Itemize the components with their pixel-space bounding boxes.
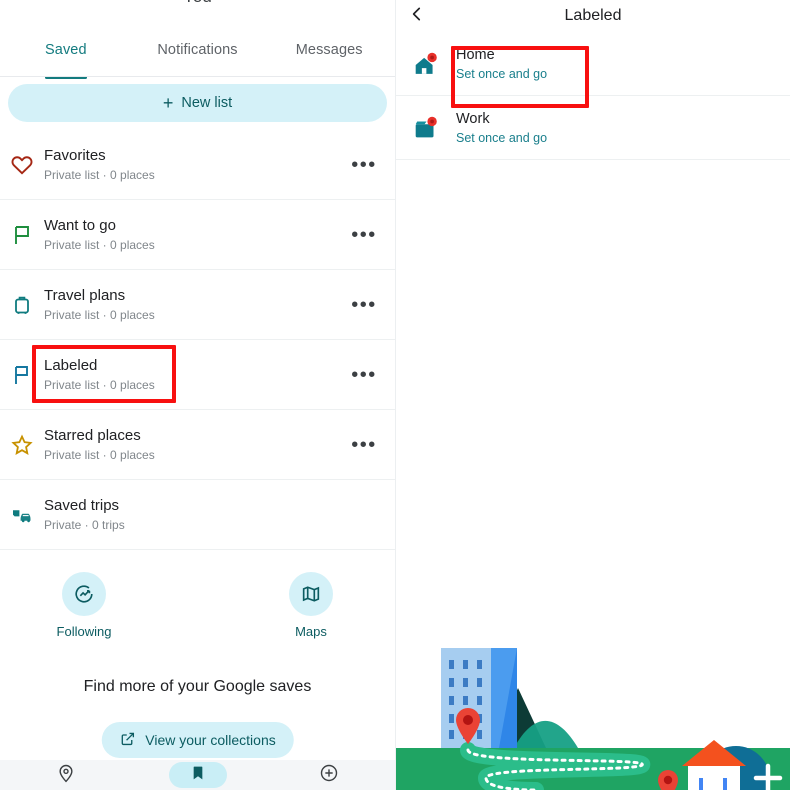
list-item-subtitle: Private list · 0 places [44, 448, 155, 462]
place-title: Home [456, 46, 495, 63]
list-item-title: Travel plans [44, 287, 126, 304]
map-folded-icon [289, 572, 333, 616]
trips-car-icon [0, 502, 44, 528]
tab-saved-label: Saved [45, 42, 87, 58]
following-trend-icon [62, 572, 106, 616]
list-item-text: Favorites Private list · 0 places [44, 146, 347, 183]
open-in-new-icon [119, 731, 135, 750]
suitcase-icon [0, 293, 44, 317]
tab-messages[interactable]: Messages [263, 38, 395, 74]
work-briefcase-pin-icon [396, 113, 456, 143]
place-subtitle: Set once and go [456, 66, 548, 81]
place-row-work[interactable]: Work Set once and go [396, 96, 790, 160]
shortcut-following-label: Following [56, 624, 112, 639]
app-screen: You Saved Notifications Messages + New l… [0, 0, 791, 790]
overflow-menu-icon[interactable]: ••• [347, 155, 381, 175]
list-item-subtitle: Private list · 0 places [44, 168, 155, 182]
detail-header: Labeled [396, 0, 790, 32]
tab-bar: Saved Notifications Messages [0, 38, 395, 79]
contribute-plus-icon [319, 763, 339, 788]
list-item-text: Saved trips Private · 0 trips [44, 496, 347, 533]
flag-icon [0, 223, 44, 247]
view-collections-button[interactable]: View your collections [101, 722, 294, 758]
nav-saved[interactable] [132, 760, 264, 790]
labeled-detail-panel: Labeled Home Set once and go Work Set on… [396, 0, 790, 790]
list-item-saved-trips[interactable]: Saved trips Private · 0 trips [0, 480, 395, 550]
list-item-title: Favorites [44, 147, 106, 164]
list-item-title: Want to go [44, 217, 116, 234]
label-flag-icon [0, 363, 44, 387]
list-item-text: Starred places Private list · 0 places [44, 426, 347, 463]
list-item-subtitle: Private list · 0 places [44, 238, 155, 252]
home-pin-icon [396, 49, 456, 79]
maps-illustration [396, 630, 790, 790]
list-item-travel-plans[interactable]: Travel plans Private list · 0 places ••• [0, 270, 395, 340]
shortcut-maps-label: Maps [295, 624, 327, 639]
place-text: Home Set once and go [456, 46, 547, 82]
shortcut-following[interactable]: Following [24, 572, 144, 639]
list-item-labeled[interactable]: Labeled Private list · 0 places ••• [0, 340, 395, 410]
tab-saved[interactable]: Saved [0, 38, 132, 79]
page-title: You [0, 0, 395, 7]
list-item-text: Want to go Private list · 0 places [44, 216, 347, 253]
list-item-favorites[interactable]: Favorites Private list · 0 places ••• [0, 130, 395, 200]
find-more-heading: Find more of your Google saves [83, 678, 312, 695]
detail-title: Labeled [564, 7, 622, 24]
explore-pin-icon [56, 763, 76, 788]
saved-panel: You Saved Notifications Messages + New l… [0, 0, 396, 790]
new-list-button[interactable]: + New list [8, 84, 387, 122]
new-list-label: New list [181, 95, 233, 111]
nav-contribute[interactable] [263, 760, 395, 790]
place-text: Work Set once and go [456, 110, 547, 146]
place-row-home[interactable]: Home Set once and go [396, 32, 790, 96]
list-item-subtitle: Private list · 0 places [44, 378, 155, 392]
list-item-text: Labeled Private list · 0 places [44, 356, 347, 393]
bottom-navigation [0, 760, 395, 790]
list-item-text: Travel plans Private list · 0 places [44, 286, 347, 323]
shortcut-maps[interactable]: Maps [251, 572, 371, 639]
list-item-subtitle: Private list · 0 places [44, 308, 155, 322]
plus-icon: + [162, 93, 174, 113]
place-subtitle: Set once and go [456, 130, 548, 145]
list-item-title: Starred places [44, 427, 141, 444]
overflow-menu-icon[interactable]: ••• [347, 295, 381, 315]
tab-messages-label: Messages [295, 42, 363, 58]
heart-icon [0, 153, 44, 177]
shortcut-row: Following Maps [0, 572, 395, 639]
list-item-title: Labeled [44, 357, 98, 374]
overflow-menu-icon[interactable]: ••• [347, 435, 381, 455]
saved-bookmark-icon [190, 764, 206, 787]
view-collections-label: View your collections [145, 732, 276, 748]
saved-active-pill [168, 762, 227, 788]
overflow-menu-icon[interactable]: ••• [347, 365, 381, 385]
nav-explore[interactable] [0, 760, 132, 790]
tab-notifications[interactable]: Notifications [132, 38, 264, 74]
list-item-want-to-go[interactable]: Want to go Private list · 0 places ••• [0, 200, 395, 270]
list-item-starred-places[interactable]: Starred places Private list · 0 places •… [0, 410, 395, 480]
star-icon [0, 433, 44, 457]
list-item-title: Saved trips [44, 497, 120, 514]
place-title: Work [456, 110, 490, 127]
list-item-subtitle: Private · 0 trips [44, 518, 125, 532]
saved-lists: Favorites Private list · 0 places ••• Wa… [0, 130, 395, 550]
tab-divider [0, 76, 395, 77]
tab-notifications-label: Notifications [157, 42, 238, 58]
overflow-menu-icon[interactable]: ••• [347, 225, 381, 245]
